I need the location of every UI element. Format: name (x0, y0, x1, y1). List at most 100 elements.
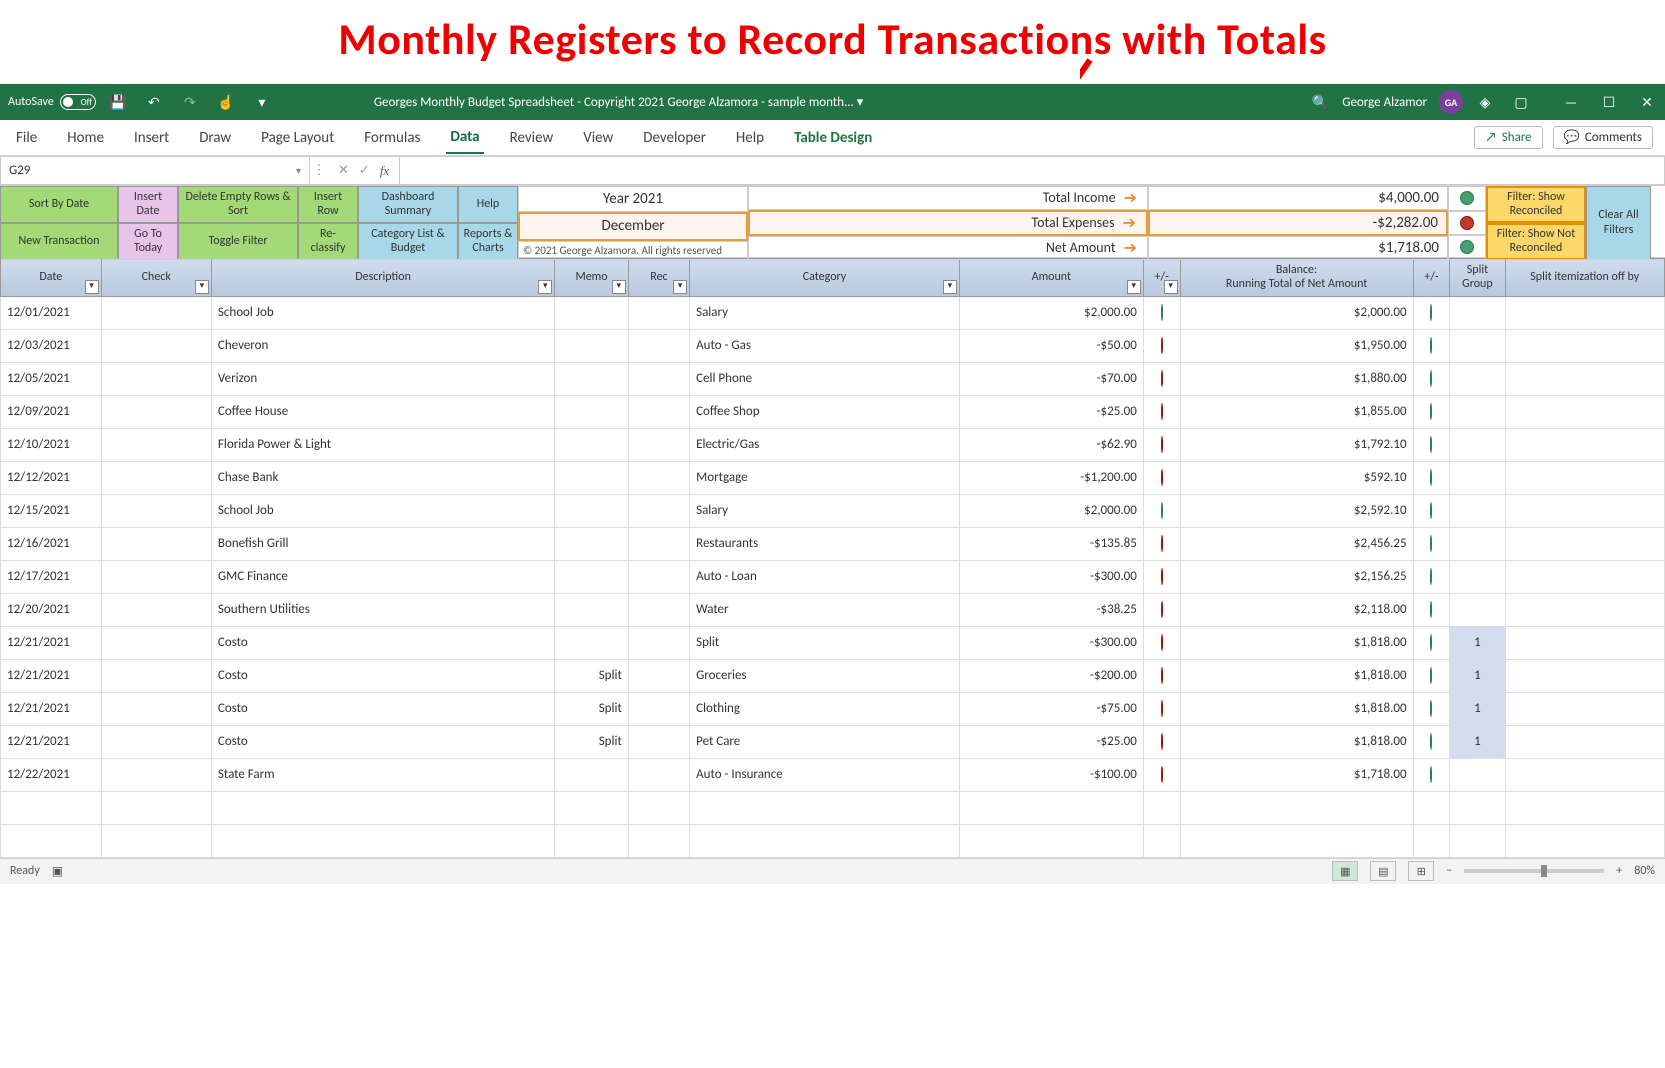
cell-balance[interactable]: $1,792.10 (1180, 428, 1413, 461)
cell-description[interactable]: Costo (211, 725, 554, 758)
cell-rec[interactable] (628, 329, 689, 362)
table-row[interactable]: 12/22/2021 State Farm Auto - Insurance -… (1, 758, 1665, 791)
cell-rec[interactable] (628, 626, 689, 659)
cell-rec[interactable] (628, 692, 689, 725)
cell-memo[interactable] (555, 560, 629, 593)
cell-description[interactable]: Florida Power & Light (211, 428, 554, 461)
cell-description[interactable]: Chase Bank (211, 461, 554, 494)
minimize-button[interactable]: — (1561, 94, 1581, 111)
col-rec[interactable]: Rec▾ (628, 259, 689, 297)
new-transaction-button[interactable]: New Transaction (0, 223, 118, 260)
help-button[interactable]: Help (458, 186, 518, 223)
cell-split-group[interactable]: 1 (1450, 626, 1505, 659)
cell-balance[interactable]: $2,456.25 (1180, 527, 1413, 560)
cell-description[interactable]: Costo (211, 659, 554, 692)
cell-split-item[interactable] (1505, 725, 1664, 758)
zoom-level[interactable]: 80% (1634, 864, 1655, 878)
cell-split-group[interactable] (1450, 527, 1505, 560)
cell-category[interactable]: Mortgage (690, 461, 960, 494)
cell-date[interactable]: 12/20/2021 (1, 593, 102, 626)
cell-description[interactable]: GMC Finance (211, 560, 554, 593)
cell-memo[interactable] (555, 395, 629, 428)
touch-mode-icon[interactable]: ☝ (212, 94, 240, 111)
undo-icon[interactable]: ↶ (140, 94, 168, 111)
cell-amount[interactable]: $2,000.00 (959, 494, 1143, 527)
tab-formulas[interactable]: Formulas (360, 123, 424, 153)
cell-split-item[interactable] (1505, 329, 1664, 362)
cell-memo[interactable] (555, 329, 629, 362)
cell-description[interactable]: Costo (211, 626, 554, 659)
cell-date[interactable]: 12/12/2021 (1, 461, 102, 494)
cell-split-group[interactable]: 1 (1450, 692, 1505, 725)
cell-check[interactable] (101, 461, 211, 494)
delete-empty-rows-button[interactable]: Delete Empty Rows & Sort (178, 186, 298, 223)
filter-show-reconciled-button[interactable]: Filter: Show Reconciled (1486, 186, 1586, 223)
cell-description[interactable]: Southern Utilities (211, 593, 554, 626)
cell-description[interactable]: School Job (211, 296, 554, 329)
cell-rec[interactable] (628, 758, 689, 791)
cell-memo[interactable]: Split (555, 692, 629, 725)
cell-amount[interactable]: -$25.00 (959, 395, 1143, 428)
cell-rec[interactable] (628, 725, 689, 758)
cell-memo[interactable] (555, 626, 629, 659)
col-pm2[interactable]: +/- (1413, 259, 1450, 297)
formula-input[interactable] (400, 156, 1665, 185)
cell-split-group[interactable] (1450, 428, 1505, 461)
cell-balance[interactable]: $2,156.25 (1180, 560, 1413, 593)
table-row[interactable]: 12/15/2021 School Job Salary $2,000.00 $… (1, 494, 1665, 527)
filter-icon[interactable]: ▾ (85, 280, 99, 294)
cell-date[interactable]: 12/21/2021 (1, 659, 102, 692)
cell-amount[interactable]: -$100.00 (959, 758, 1143, 791)
qat-more-icon[interactable]: ▾ (248, 94, 276, 111)
cell-rec[interactable] (628, 296, 689, 329)
cell-category[interactable]: Groceries (690, 659, 960, 692)
table-row[interactable]: 12/21/2021 Costo Split -$300.00 $1,818.0… (1, 626, 1665, 659)
cell-split-group[interactable] (1450, 329, 1505, 362)
cell-date[interactable]: 12/03/2021 (1, 329, 102, 362)
cell-amount[interactable]: -$25.00 (959, 725, 1143, 758)
cell-split-item[interactable] (1505, 461, 1664, 494)
insert-date-button[interactable]: Insert Date (118, 186, 178, 223)
cell-amount[interactable]: -$75.00 (959, 692, 1143, 725)
share-button[interactable]: ↗Share (1474, 126, 1542, 149)
toggle-filter-button[interactable]: Toggle Filter (178, 223, 298, 260)
cell-date[interactable]: 12/22/2021 (1, 758, 102, 791)
cell-split-group[interactable] (1450, 461, 1505, 494)
filter-icon[interactable]: ▾ (1127, 280, 1141, 294)
cell-date[interactable]: 12/17/2021 (1, 560, 102, 593)
cell-split-item[interactable] (1505, 626, 1664, 659)
accept-formula-icon[interactable]: ✓ (359, 163, 370, 178)
table-row[interactable]: 12/21/2021 Costo Split Pet Care -$25.00 … (1, 725, 1665, 758)
cell-date[interactable]: 12/01/2021 (1, 296, 102, 329)
cell-rec[interactable] (628, 395, 689, 428)
cell-category[interactable]: Clothing (690, 692, 960, 725)
tab-page-layout[interactable]: Page Layout (257, 123, 338, 153)
cell-description[interactable]: State Farm (211, 758, 554, 791)
cell-date[interactable]: 12/09/2021 (1, 395, 102, 428)
cell-split-item[interactable] (1505, 362, 1664, 395)
filter-icon[interactable]: ▾ (612, 280, 626, 294)
category-list-budget-button[interactable]: Category List & Budget (358, 223, 458, 260)
comments-button[interactable]: 💬Comments (1553, 126, 1653, 149)
redo-icon[interactable]: ↷ (176, 94, 204, 111)
close-button[interactable]: ✕ (1637, 94, 1657, 111)
cell-split-item[interactable] (1505, 758, 1664, 791)
cell-check[interactable] (101, 329, 211, 362)
table-row[interactable]: 12/09/2021 Coffee House Coffee Shop -$25… (1, 395, 1665, 428)
cell-split-group[interactable] (1450, 494, 1505, 527)
col-split-group[interactable]: Split Group (1450, 259, 1505, 297)
table-row[interactable]: 12/21/2021 Costo Split Clothing -$75.00 … (1, 692, 1665, 725)
filter-icon[interactable]: ▾ (673, 280, 687, 294)
cell-description[interactable]: Cheveron (211, 329, 554, 362)
cell-check[interactable] (101, 659, 211, 692)
table-row[interactable]: 12/21/2021 Costo Split Groceries -$200.0… (1, 659, 1665, 692)
cell-category[interactable]: Salary (690, 296, 960, 329)
cell-rec[interactable] (628, 593, 689, 626)
cell-check[interactable] (101, 362, 211, 395)
fx-icon[interactable]: fx (380, 163, 389, 179)
cell-split-group[interactable]: 1 (1450, 659, 1505, 692)
cell-description[interactable]: Verizon (211, 362, 554, 395)
filter-icon[interactable]: ▾ (943, 280, 957, 294)
cell-date[interactable]: 12/15/2021 (1, 494, 102, 527)
tab-file[interactable]: File (12, 123, 41, 153)
